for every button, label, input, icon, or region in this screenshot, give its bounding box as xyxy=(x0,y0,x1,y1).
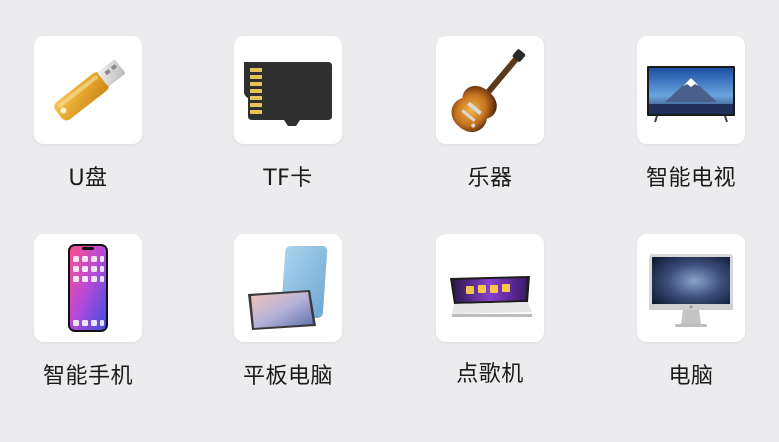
usb-drive-icon xyxy=(40,42,136,138)
guitar-icon xyxy=(442,42,538,138)
smart-tv-icon xyxy=(643,42,739,138)
device-item-tablet[interactable]: 平板电脑 xyxy=(208,234,368,404)
device-label: 电脑 xyxy=(668,364,714,389)
device-item-usb-drive[interactable]: U盘 xyxy=(8,36,168,206)
device-label: 点歌机 xyxy=(456,362,524,387)
device-grid: U盘 TF卡 乐器 智能电视 智能手机 平板电脑 点歌机 电脑 xyxy=(0,0,779,442)
device-tile[interactable] xyxy=(436,234,544,342)
device-label: U盘 xyxy=(68,166,108,191)
device-label: 乐器 xyxy=(467,166,513,191)
device-label: 平板电脑 xyxy=(242,364,333,389)
device-item-smart-tv[interactable]: 智能电视 xyxy=(611,36,771,206)
karaoke-machine-icon xyxy=(442,240,538,336)
device-tile[interactable] xyxy=(234,234,342,342)
device-label: 智能电视 xyxy=(645,166,736,191)
device-item-tf-card[interactable]: TF卡 xyxy=(208,36,368,206)
device-item-karaoke-machine[interactable]: 点歌机 xyxy=(410,234,570,404)
device-tile[interactable] xyxy=(637,234,745,342)
device-tile[interactable] xyxy=(34,234,142,342)
device-tile[interactable] xyxy=(637,36,745,144)
computer-icon xyxy=(643,240,739,336)
smartphone-icon xyxy=(40,240,136,336)
tablet-icon xyxy=(240,240,336,336)
device-item-computer[interactable]: 电脑 xyxy=(611,234,771,404)
device-item-smartphone[interactable]: 智能手机 xyxy=(8,234,168,404)
device-tile[interactable] xyxy=(34,36,142,144)
device-item-instrument[interactable]: 乐器 xyxy=(410,36,570,206)
device-label: TF卡 xyxy=(263,166,313,191)
device-tile[interactable] xyxy=(436,36,544,144)
device-label: 智能手机 xyxy=(42,364,133,389)
tf-card-icon xyxy=(240,42,336,138)
device-tile[interactable] xyxy=(234,36,342,144)
